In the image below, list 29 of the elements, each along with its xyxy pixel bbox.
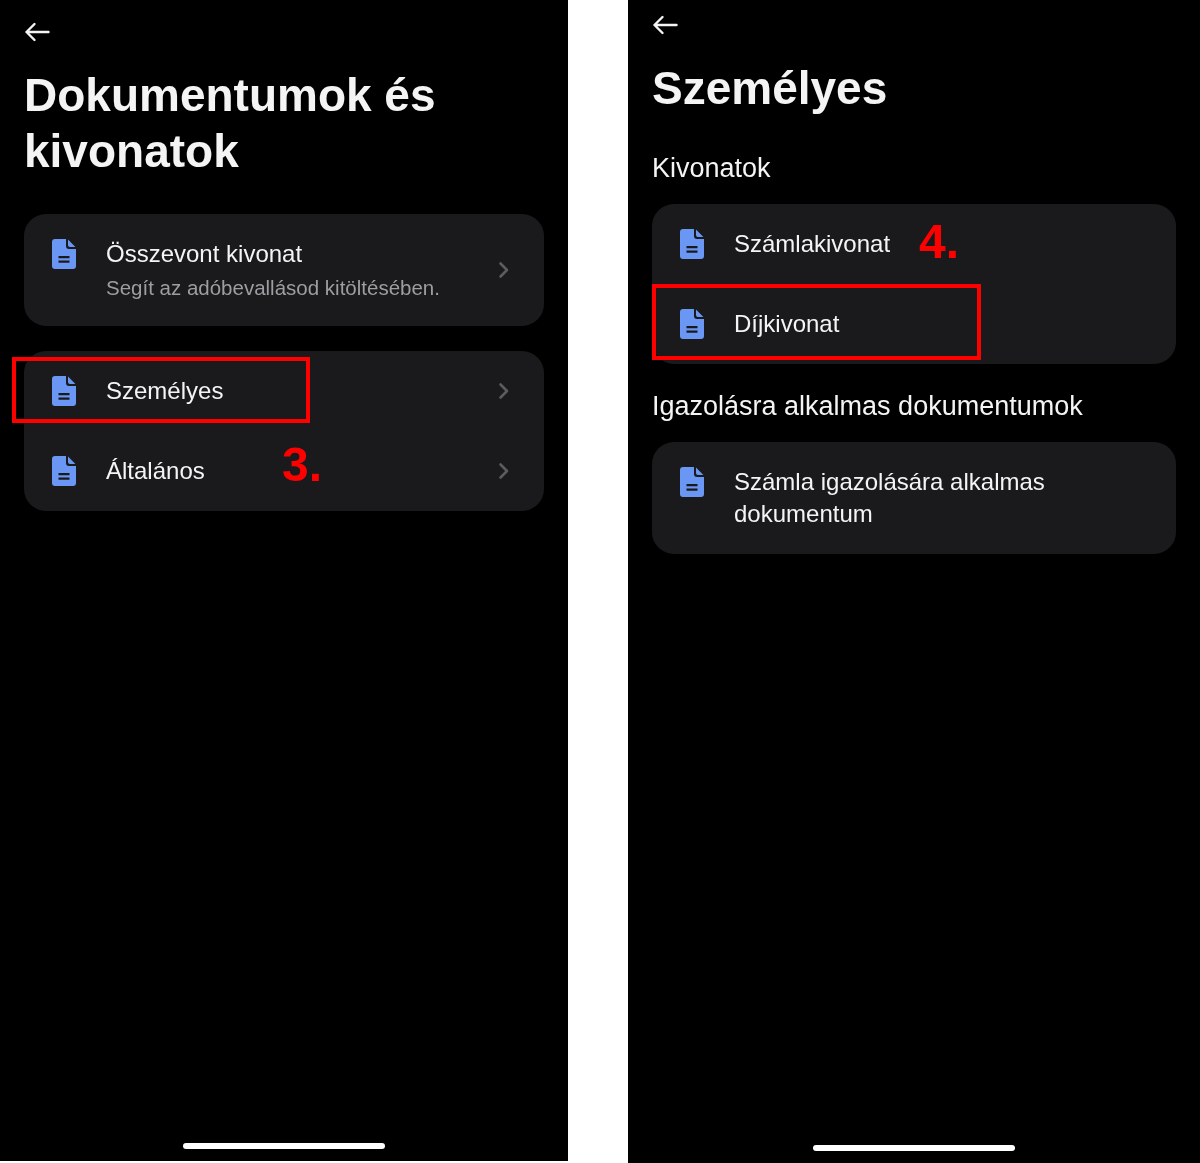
back-arrow-icon <box>652 15 678 35</box>
document-icon <box>680 467 704 497</box>
page-title: Személyes <box>652 61 888 116</box>
item-title: Számla igazolására alkalmas dokumentum <box>734 467 1046 529</box>
list-item[interactable]: Számla igazolására alkalmas dokumentum <box>680 466 1142 530</box>
list-item[interactable]: Összevont kivonat Segít az adóbevallásod kitöltésében. <box>52 238 440 302</box>
page-title: Dokumentumok és kivonatok <box>24 68 437 179</box>
section-heading: Kivonatok <box>652 152 771 185</box>
item-title: Általános <box>106 456 205 486</box>
document-icon <box>680 229 704 259</box>
item-subtitle: Segít az adóbevallásod kitöltésében. <box>106 275 440 301</box>
list-item[interactable]: Általános <box>52 455 205 487</box>
list-item[interactable]: Díjkivonat <box>680 308 840 340</box>
step-number: 3. <box>282 441 323 489</box>
document-icon <box>680 309 704 339</box>
list-item[interactable]: Számlakivonat <box>680 228 891 260</box>
document-icon <box>52 376 76 406</box>
document-icon <box>52 239 76 269</box>
document-icon <box>52 456 76 486</box>
item-title: Személyes <box>106 376 224 406</box>
list-item[interactable]: Személyes <box>52 375 224 407</box>
item-title: Összevont kivonat <box>106 239 303 269</box>
item-title: Számlakivonat <box>734 229 891 259</box>
section-heading: Igazolásra alkalmas dokumentumok <box>652 390 1083 423</box>
step-number: 4. <box>919 218 960 266</box>
back-arrow-icon <box>24 22 50 42</box>
item-title: Díjkivonat <box>734 309 840 339</box>
back-button[interactable] <box>24 22 50 42</box>
back-button[interactable] <box>652 15 678 35</box>
